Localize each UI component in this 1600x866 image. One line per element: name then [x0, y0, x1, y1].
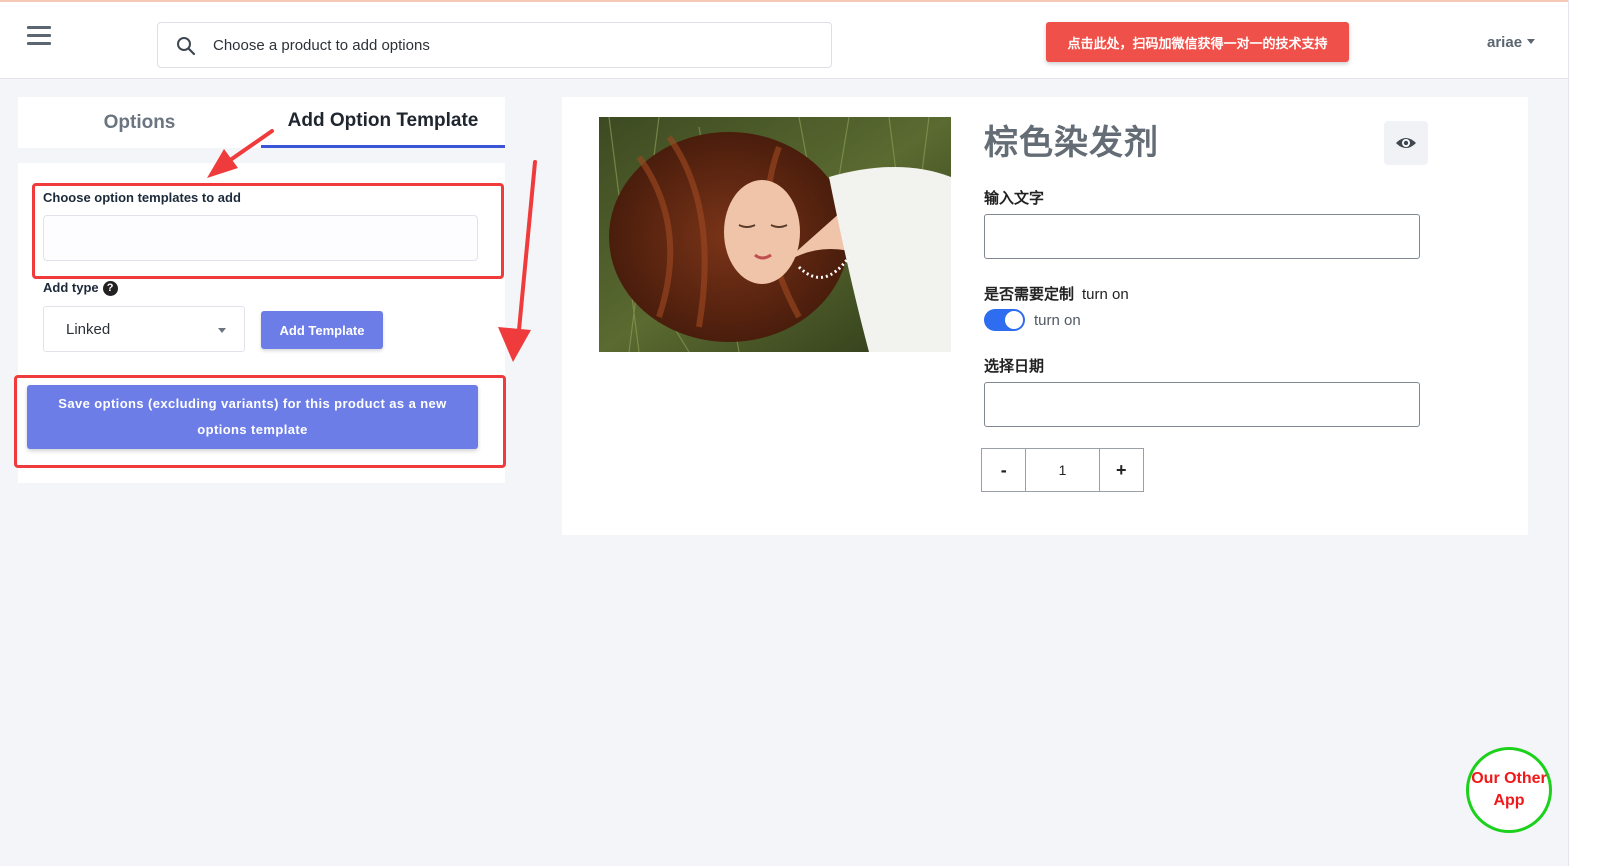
other-app-line-2: App [1493, 792, 1525, 809]
wechat-support-button[interactable]: 点击此处，扫码加微信获得一对一的技术支持 [1046, 22, 1349, 62]
quantity-value[interactable]: 1 [1025, 449, 1100, 491]
chevron-down-icon [1527, 38, 1536, 44]
top-bar: Choose a product to add options 点击此处，扫码加… [0, 0, 1568, 79]
hamburger-icon[interactable] [27, 26, 51, 46]
add-type-select[interactable]: Linked [43, 306, 245, 352]
save-as-template-button[interactable]: Save options (excluding variants) for th… [27, 385, 478, 449]
search-icon [177, 37, 196, 56]
quantity-minus-button[interactable]: - [982, 449, 1025, 491]
page-scrollbar[interactable] [1568, 0, 1600, 866]
product-preview: 棕色染发剂 输入文字 是否需要定制 turn on turn on 选择日期 - … [562, 97, 1528, 535]
add-type-value: Linked [66, 321, 111, 338]
search-placeholder: Choose a product to add options [213, 37, 430, 54]
toggle-text: turn on [1034, 312, 1081, 329]
add-type-label: Add type? [43, 280, 118, 297]
date-input[interactable] [984, 382, 1420, 427]
text-field-label: 输入文字 [984, 190, 1045, 207]
add-template-panel: Choose option templates to add Add type?… [18, 163, 505, 483]
choose-templates-label: Choose option templates to add [43, 190, 241, 205]
username: ariae [1487, 34, 1523, 51]
tab-bar: Options Add Option Template [18, 97, 505, 148]
text-field-input[interactable] [984, 214, 1420, 259]
chevron-down-icon [218, 328, 226, 333]
product-title: 棕色染发剂 [984, 124, 1159, 162]
add-type-label-text: Add type [43, 280, 99, 295]
tab-options[interactable]: Options [18, 97, 261, 148]
product-image [599, 117, 951, 352]
custom-label-text: 是否需要定制 [984, 286, 1075, 303]
save-button-line-1: Save options (excluding variants) for th… [58, 396, 447, 411]
eye-icon [1396, 138, 1416, 148]
product-search-input[interactable]: Choose a product to add options [157, 22, 832, 68]
product-photo [599, 117, 951, 352]
quantity-plus-button[interactable]: + [1100, 449, 1143, 491]
date-label: 选择日期 [984, 358, 1045, 375]
user-menu[interactable]: ariae [1487, 34, 1536, 51]
customize-toggle[interactable] [984, 309, 1025, 331]
custom-label: 是否需要定制 turn on [984, 283, 1129, 304]
option-templates-input[interactable] [43, 215, 478, 261]
other-app-line-1: Our Other [1471, 770, 1547, 787]
tab-add-option-template[interactable]: Add Option Template [261, 97, 505, 148]
quantity-stepper: - 1 + [981, 448, 1144, 492]
preview-toggle-button[interactable] [1384, 121, 1428, 165]
other-app-button[interactable]: Our Other App [1466, 747, 1552, 833]
save-button-line-2: options template [197, 422, 308, 437]
custom-label-suffix: turn on [1082, 286, 1129, 303]
add-template-button[interactable]: Add Template [261, 311, 383, 349]
help-icon[interactable]: ? [102, 281, 118, 297]
